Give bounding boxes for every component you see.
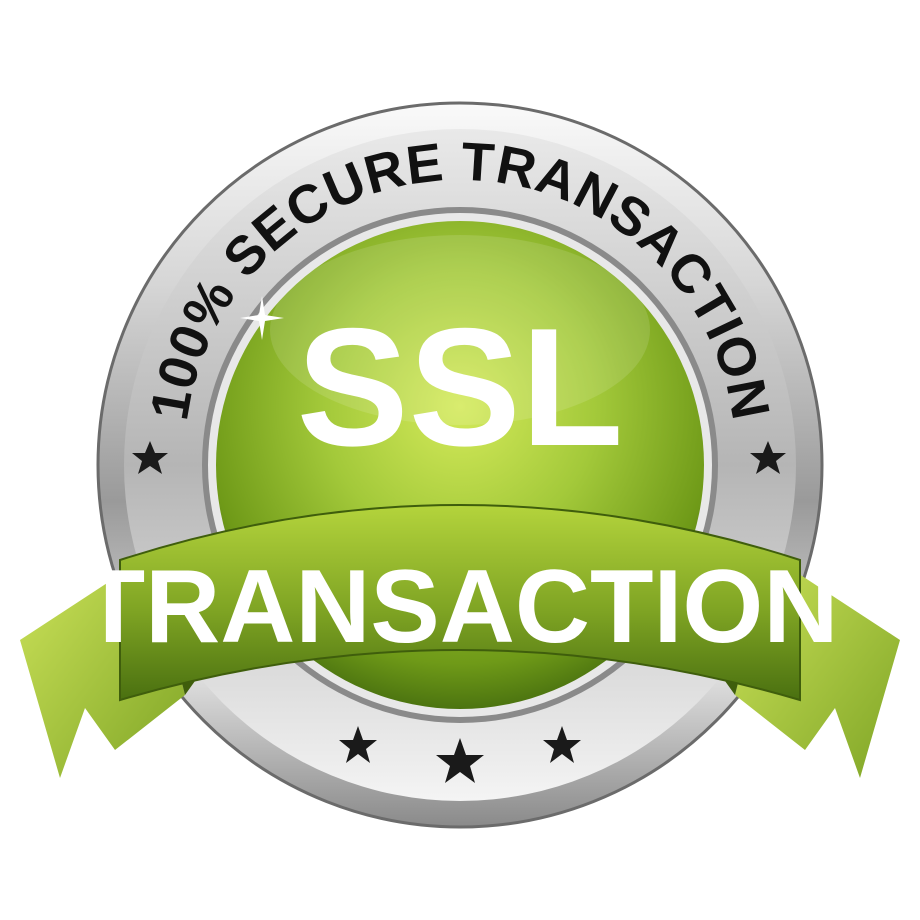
ssl-badge: 100% SECURE TRANSACTION SSL TRANSACTION: [20, 101, 900, 829]
ribbon-text: TRANSACTION: [82, 549, 839, 665]
ssl-title: SSL: [297, 293, 624, 481]
